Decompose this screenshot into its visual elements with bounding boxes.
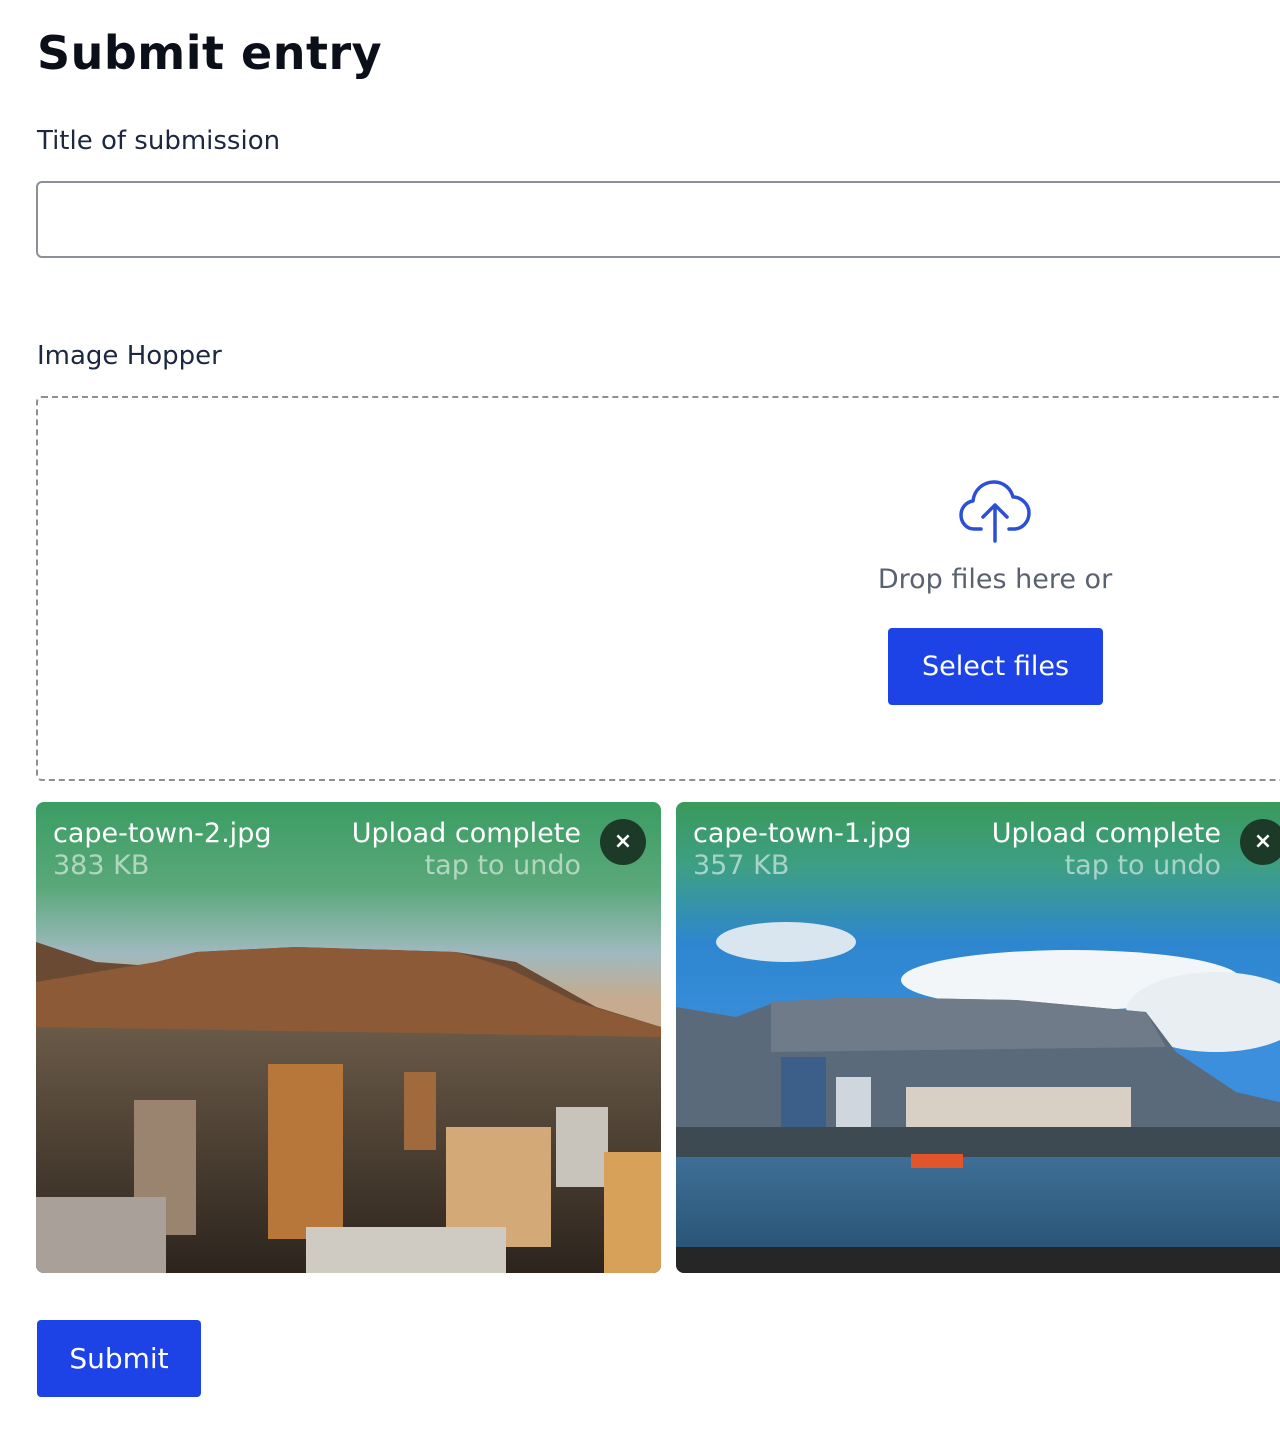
title-label: Title of submission [37, 126, 281, 156]
submit-button[interactable]: Submit [37, 1320, 201, 1397]
upload-status-text: Upload complete [991, 818, 1221, 849]
remove-file-button[interactable]: × [600, 819, 646, 865]
file-name: cape-town-2.jpg [53, 818, 272, 849]
file-info: cape-town-2.jpg 383 KB [53, 818, 271, 882]
upload-status-text: Upload complete [351, 818, 581, 849]
cloud-upload-icon [959, 480, 1031, 543]
select-files-button[interactable]: Select files [888, 628, 1103, 705]
file-item: cape-town-2.jpg 383 KB Upload complete t… [36, 802, 661, 1273]
upload-status[interactable]: Upload complete tap to undo [352, 818, 581, 882]
file-size: 383 KB [53, 850, 150, 881]
page-title: Submit entry [37, 26, 383, 80]
undo-hint: tap to undo [424, 850, 581, 881]
file-info: cape-town-1.jpg 357 KB [693, 818, 911, 882]
remove-file-button[interactable]: × [1240, 819, 1280, 865]
title-input[interactable] [36, 181, 1280, 258]
image-hopper-label: Image Hopper [37, 341, 222, 371]
upload-status[interactable]: Upload complete tap to undo [992, 818, 1221, 882]
file-item: cape-town-1.jpg 357 KB Upload complete t… [676, 802, 1280, 1273]
drop-prompt: Drop files here or [877, 564, 1113, 595]
file-size: 357 KB [693, 850, 790, 881]
file-name: cape-town-1.jpg [693, 818, 912, 849]
undo-hint: tap to undo [1064, 850, 1221, 881]
